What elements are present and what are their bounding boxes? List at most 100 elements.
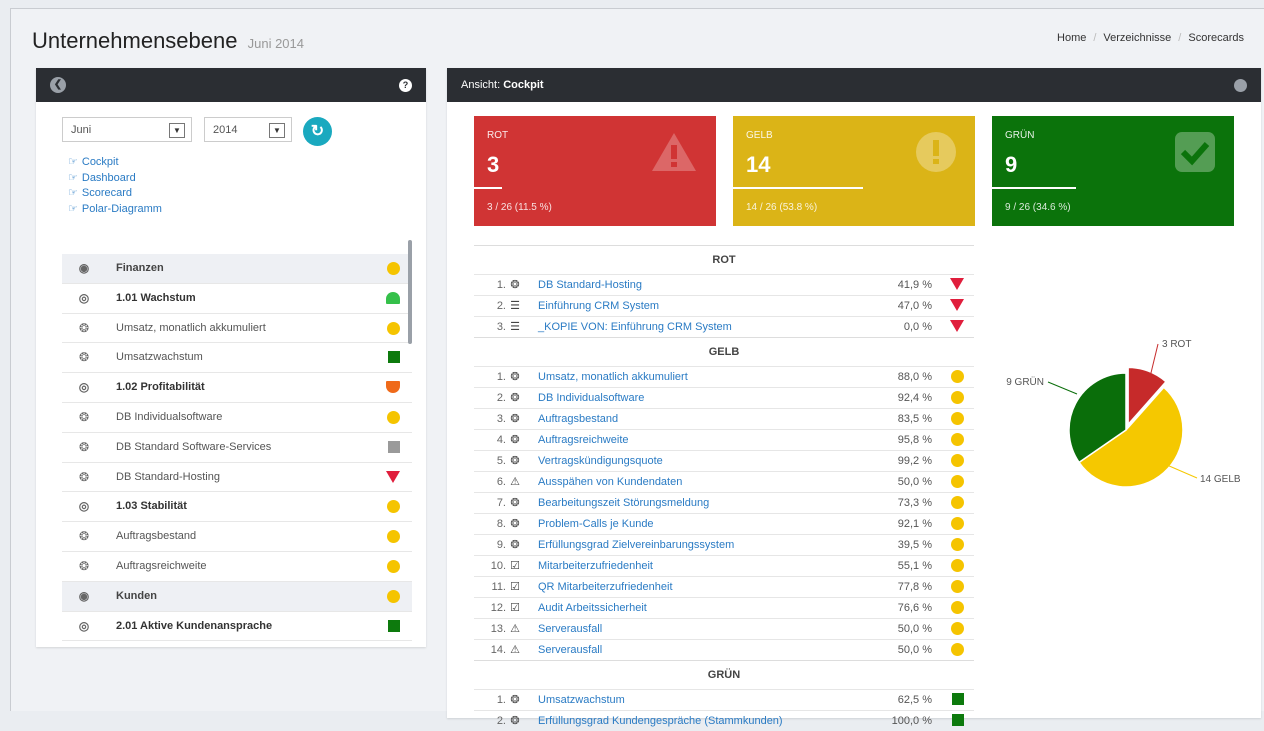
status-indicator [951,391,964,404]
row-link[interactable]: DB Standard-Hosting [538,275,642,295]
gauge-icon: ❂ [510,455,520,467]
pointing-hand-icon: ☞ [68,171,78,184]
card-progress-bar [992,187,1076,189]
status-card-gelb[interactable]: GELB 14 14 / 26 (53.8 %) [733,116,975,226]
scorecard-list-item[interactable]: ◉ Kunden [62,581,412,612]
green-half-circle-icon [386,291,400,304]
scorecard-item-label: Auftragsreichweite [116,559,207,572]
yellow-circle-icon [387,262,400,275]
row-link[interactable]: Ausspähen von Kundendaten [538,472,682,492]
row-link[interactable]: Bearbeitungszeit Störungsmeldung [538,493,709,513]
scorecard-list-item[interactable]: ❂ DB Individualsoftware [62,403,412,433]
scorecard-list-item[interactable]: ❂ DB Standard-Hosting [62,463,412,493]
view-name: Cockpit [503,79,544,91]
table-row: 1. ❂ Umsatz, monatlich akkumuliert 88,0 % [474,366,974,387]
year-select-value: 2014 [213,124,238,136]
row-percentage: 73,3 % [897,497,932,509]
refresh-button[interactable]: ↻ [303,117,332,146]
eye-icon: ◉ [78,261,90,275]
scorecard-list-item[interactable]: ❂ Auftragsbestand [62,522,412,552]
row-link[interactable]: Mitarbeiterzufriedenheit [538,556,653,576]
status-indicator [388,619,400,632]
scorecard-list-item[interactable]: ◎ 2.01 Aktive Kundenansprache [62,612,412,642]
link-polar-diagramm[interactable]: ☞ Polar-Diagramm [68,202,162,218]
help-icon[interactable]: ? [399,79,412,92]
row-percentage: 39,5 % [897,539,932,551]
scorecard-list-item[interactable]: ◎ 1.03 Stabilität [62,492,412,523]
link-dashboard[interactable]: ☞ Dashboard [68,171,162,187]
yellow-circle-icon [951,601,964,614]
warning-icon: ⚠ [510,623,520,635]
breadcrumb-scorecards[interactable]: Scorecards [1188,32,1244,44]
scorecard-item-label: DB Standard Software-Services [116,440,272,453]
year-select[interactable]: 2014 ▼ [204,117,292,142]
row-link[interactable]: DB Individualsoftware [538,388,644,408]
card-label: ROT [487,130,509,141]
scorecard-list-item[interactable]: ◎ 1.01 Wachstum [62,284,412,314]
row-number: 3. [496,413,506,425]
scorecard-list-item[interactable]: ◉ Finanzen [62,254,412,284]
status-indicator [951,643,964,656]
status-indicator [386,291,400,304]
yellow-circle-icon [387,530,400,544]
month-select[interactable]: Juni ▼ [62,117,192,142]
status-indicator [951,454,964,467]
row-link[interactable]: Serverausfall [538,619,602,639]
row-number: 11. [491,581,506,593]
gauge-icon: ❂ [510,413,520,425]
list-scrollbar[interactable] [408,240,412,344]
scorecard-tree-list: ◉ Finanzen ◎ 1.01 Wachstum ❂ Umsatz, monatlic… [62,254,412,642]
status-indicator [387,589,400,603]
row-link[interactable]: _KOPIE VON: Einführung CRM System [538,317,732,337]
row-link[interactable]: Serverausfall [538,640,602,660]
row-link[interactable]: Vertragskündigungsquote [538,451,663,471]
wrench-icon[interactable] [1234,79,1247,92]
link-scorecard[interactable]: ☞ Scorecard [68,186,162,202]
yellow-circle-icon [951,643,964,656]
link-cockpit[interactable]: ☞ Cockpit [68,155,162,171]
row-link[interactable]: Erfüllungsgrad Kundengespräche (Stammkun… [538,711,783,731]
yellow-circle-icon [387,589,400,603]
scorecard-list-item[interactable]: ❂ DB Standard Software-Services [62,433,412,463]
row-link[interactable]: Auftragsreichweite [538,430,629,450]
row-percentage: 0,0 % [903,321,932,333]
page-title-text: Unternehmensebene [32,28,238,53]
yellow-circle-icon [387,410,400,424]
row-percentage: 50,0 % [897,476,932,488]
section-header: ROT [474,245,974,274]
table-row: 11. ☑ QR Mitarbeiterzufriedenheit 77,8 % [474,576,974,597]
row-link[interactable]: Umsatz, monatlich akkumuliert [538,367,688,387]
row-link[interactable]: Problem-Calls je Kunde [538,514,654,534]
breadcrumb-separator: / [1178,32,1182,44]
row-number: 1. [496,371,506,383]
status-card-grün[interactable]: GRÜN 9 9 / 26 (34.6 %) [992,116,1234,226]
status-card-rot[interactable]: ROT 3 3 / 26 (11.5 %) [474,116,716,226]
pointing-hand-icon: ☞ [68,187,78,199]
yellow-circle-icon [951,412,964,425]
scorecard-list-item[interactable]: ❂ Umsatz, monatlich akkumuliert [62,314,412,344]
back-arrow-icon[interactable]: ❮ [50,77,66,93]
scorecard-item-label: 2.01 Aktive Kundenansprache [116,619,273,632]
table-row: 5. ❂ Vertragskündigungsquote 99,2 % [474,450,974,471]
scorecard-list-item[interactable]: ◎ 1.02 Profitabilität [62,373,412,403]
scorecard-list-item[interactable]: ❂ Umsatzwachstum [62,343,412,374]
pie-label: 9 GRÜN [1006,376,1044,388]
scorecard-list-item[interactable]: ❂ Auftragsreichweite [62,552,412,582]
card-label: GELB [746,130,773,141]
scorecard-item-label: 1.03 Stabilität [116,500,187,513]
row-link[interactable]: QR Mitarbeiterzufriedenheit [538,577,673,597]
scorecard-item-label: DB Standard-Hosting [116,470,220,483]
row-link[interactable]: Audit Arbeitssicherheit [538,598,647,618]
pointing-hand-icon: ☞ [68,202,78,215]
row-number: 3. [496,321,506,333]
row-link[interactable]: Auftragsbestand [538,409,618,429]
row-link[interactable]: Erfüllungsgrad Zielvereinbarungssystem [538,535,734,555]
checkmark-icon [1174,131,1216,178]
table-row: 3. ☰ _KOPIE VON: Einführung CRM System 0,0 … [474,316,974,337]
gauge-icon: ❂ [78,409,90,424]
row-link[interactable]: Einführung CRM System [538,296,659,316]
breadcrumb-home[interactable]: Home [1057,32,1086,44]
breadcrumb-separator: / [1093,32,1097,44]
row-link[interactable]: Umsatzwachstum [538,690,625,710]
breadcrumb-verzeichnisse[interactable]: Verzeichnisse [1103,32,1171,44]
